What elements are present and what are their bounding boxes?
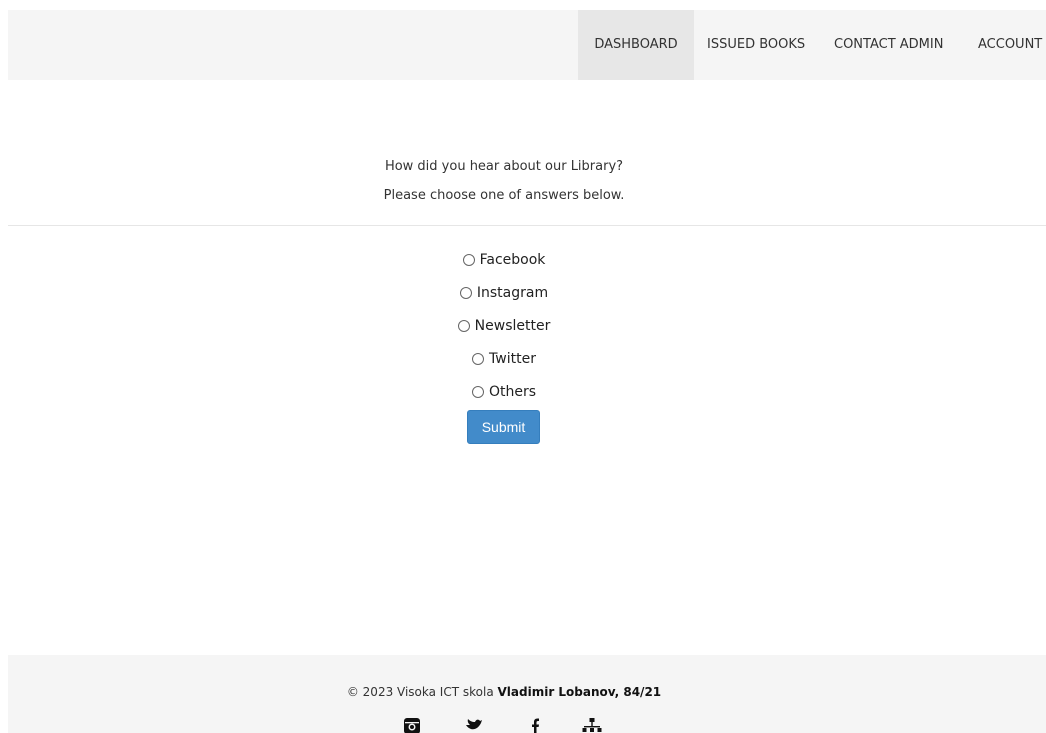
facebook-icon[interactable]	[527, 717, 547, 733]
divider	[8, 225, 1046, 226]
option-label: Others	[488, 384, 537, 400]
radio-circle-icon[interactable]	[472, 353, 485, 365]
option-newsletter: Newsletter	[8, 313, 1000, 346]
survey-options: Facebook Instagram Newsletter Twitter Ot…	[8, 247, 1000, 412]
option-twitter: Twitter	[8, 346, 1000, 379]
sitemap-icon[interactable]	[582, 717, 602, 733]
radio-circle-icon[interactable]	[457, 320, 470, 332]
option-label: Facebook	[479, 252, 546, 268]
nav-item-dashboard[interactable]: DASHBOARD	[578, 10, 694, 80]
option-facebook: Facebook	[8, 247, 1000, 280]
option-label: Instagram	[476, 285, 549, 301]
instagram-icon[interactable]	[403, 717, 423, 733]
radio-facebook[interactable]: Facebook	[462, 247, 546, 273]
radio-circle-icon[interactable]	[459, 287, 472, 299]
author-name: Vladimir Lobanov, 84/21	[497, 685, 662, 699]
radio-twitter[interactable]: Twitter	[472, 346, 536, 372]
social-links	[8, 717, 1000, 733]
radio-instagram[interactable]: Instagram	[459, 280, 549, 306]
radio-circle-icon[interactable]	[462, 254, 475, 266]
radio-newsletter[interactable]: Newsletter	[457, 313, 551, 339]
survey-instruction: Please choose one of answers below.	[383, 188, 625, 203]
radio-others[interactable]: Others	[471, 379, 537, 405]
nav-item-contact-admin[interactable]: CONTACT ADMIN	[834, 10, 952, 80]
nav-item-issued-books[interactable]: ISSUED BOOKS	[707, 10, 808, 80]
option-instagram: Instagram	[8, 280, 1000, 313]
page: DASHBOARD ISSUED BOOKS CONTACT ADMIN ACC…	[0, 0, 1046, 733]
footer: © 2023 Visoka ICT skola Vladimir Lobanov…	[8, 655, 1046, 733]
twitter-icon[interactable]	[465, 717, 485, 733]
submit-button[interactable]: Submit	[467, 410, 540, 444]
top-navbar: DASHBOARD ISSUED BOOKS CONTACT ADMIN ACC…	[8, 10, 1046, 80]
nav-item-account[interactable]: ACCOUNT	[978, 10, 1044, 80]
survey-question: How did you hear about our Library?	[384, 159, 624, 174]
option-label: Twitter	[489, 351, 536, 367]
survey-intro: How did you hear about our Library? Plea…	[8, 152, 1000, 210]
copyright-prefix: © 2023 Visoka ICT skola	[346, 685, 494, 699]
option-others: Others	[8, 379, 1000, 412]
option-label: Newsletter	[474, 318, 551, 334]
radio-circle-icon[interactable]	[471, 386, 484, 398]
copyright-text: © 2023 Visoka ICT skola Vladimir Lobanov…	[8, 685, 1000, 699]
